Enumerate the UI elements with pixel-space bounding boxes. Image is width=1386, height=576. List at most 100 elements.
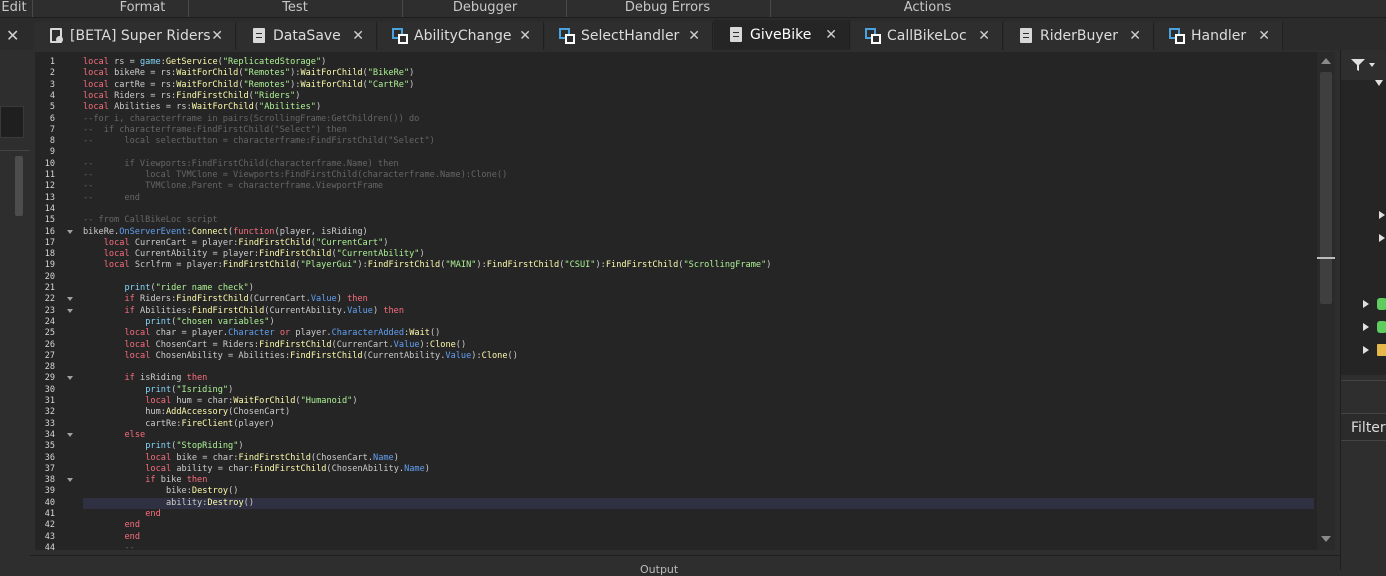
line-number: 38 [44,475,55,486]
line-number: 22 [44,294,55,305]
code-line[interactable]: local CurrentAbility = player:FindFirstC… [83,249,425,260]
fold-arrow-icon[interactable] [67,297,73,302]
scroll-up-arrow-icon[interactable] [1321,58,1331,64]
ribbon-group-format[interactable]: Format [95,0,190,17]
code-line[interactable]: local ChosenCart = Riders:FindFirstChild… [83,340,467,351]
code-line[interactable]: print("rider name check") [83,283,254,294]
collapsed-arrow-icon[interactable] [1363,323,1369,331]
tab-close-icon[interactable]: ✕ [211,28,223,44]
code-line[interactable]: bikeRe.OnServerEvent:Connect(function(pl… [83,227,368,238]
code-line[interactable]: -- from CallBikeLoc script [83,215,218,226]
tab-close-icon[interactable]: ✕ [1129,28,1141,44]
code-line[interactable]: -- TVMClone.Parent = characterframe.View… [83,181,383,192]
code-line[interactable]: local char = player.Character or player.… [83,328,441,339]
code-line[interactable]: -- end [83,193,140,204]
line-number: 19 [44,260,55,271]
code-line[interactable]: hum:AddAccessory(ChosenCart) [83,407,290,418]
left-panel-field[interactable] [0,106,24,138]
left-side-panel [0,50,30,570]
tab-callbikeloc[interactable]: CallBikeLoc ✕ [851,22,1003,50]
tab-close-icon[interactable]: ✕ [825,27,837,43]
code-line[interactable]: ability:Destroy() [83,498,254,509]
code-line[interactable]: print("Isriding") [83,385,233,396]
code-line[interactable]: if Abilities:FindFirstChild(CurrentAbili… [83,306,405,317]
code-line[interactable]: local ChosenAbility = Abilities:FindFirs… [83,351,518,362]
left-panel-divider [0,150,30,151]
code-line[interactable]: -- if characterframe:FindFirstChild("Sel… [83,125,347,136]
code-line[interactable]: --for i, characterframe in pairs(Scrolli… [83,114,419,125]
fold-arrow-icon[interactable] [67,478,73,483]
code-line[interactable]: -- local selectbutton = characterframe:F… [83,136,435,147]
module-script-icon [865,28,881,44]
script-editor[interactable]: 1 2 3 4 5 6 7 8 9 10 11 12 13 14 15 16 17 18 19 20 21 22 23 24 2… [35,52,1335,553]
fold-arrow-icon[interactable] [67,376,73,381]
code-line[interactable]: local bikeRe = rs:WaitForChild("Remotes"… [83,68,414,79]
chevron-down-icon[interactable] [1369,63,1375,67]
tab-close-icon[interactable]: ✕ [978,28,990,44]
collapsed-arrow-icon[interactable] [1379,211,1385,219]
line-number: 24 [44,316,55,327]
code-line[interactable]: bike:Destroy() [83,486,238,497]
collapsed-arrow-icon[interactable] [1363,346,1369,354]
tab-handler[interactable]: Handler ✕ [1155,22,1283,50]
close-panel-icon[interactable]: ✕ [6,26,19,45]
filter-funnel-icon[interactable] [1351,59,1365,71]
code-line[interactable]: end [83,520,141,531]
tab-close-icon[interactable]: ✕ [688,28,700,44]
code-line[interactable]: local Scrlfrm = player:FindFirstChild("P… [83,260,772,271]
scroll-down-arrow-icon[interactable] [1321,536,1331,542]
collapsed-arrow-icon[interactable] [1363,300,1369,308]
line-number-gutter: 1 2 3 4 5 6 7 8 9 10 11 12 13 14 15 16 17 18 19 20 21 22 23 24 2… [35,52,82,553]
fold-arrow-icon[interactable] [67,308,73,313]
code-line[interactable]: -- if Viewports:FindFirstChild(character… [83,159,399,170]
code-area[interactable]: local rs = game:GetService("ReplicatedSt… [83,52,1313,550]
collapsed-arrow-icon[interactable] [1379,234,1385,242]
line-number: 29 [44,373,55,384]
tab-selecthandler[interactable]: SelectHandler ✕ [545,22,713,50]
tab-abilitychange[interactable]: AbilityChange ✕ [378,22,544,50]
code-line[interactable]: if Riders:FindFirstChild(CurrenCart.Valu… [83,294,368,305]
code-line[interactable]: local Riders = rs:FindFirstChild("Riders… [83,91,300,102]
tab-givebike[interactable]: GiveBike ✕ [714,20,850,50]
code-line[interactable]: cartRe:FireClient(player) [83,419,274,430]
code-line[interactable]: local bike = char:FindFirstChild(ChosenC… [83,453,399,464]
ribbon-group-actions[interactable]: Actions [880,0,975,17]
expand-arrow-icon[interactable] [1375,80,1383,86]
tab-beta-super-riders[interactable]: [BETA] Super Riders ✕ [34,22,236,50]
code-line[interactable]: end [83,532,141,543]
tab-datasave[interactable]: DataSave ✕ [237,22,377,50]
code-line[interactable]: local hum = char:WaitForChild("Humanoid"… [83,396,357,407]
code-line[interactable]: print("chosen variables") [83,317,274,328]
tab-label: Handler [1191,28,1247,44]
code-line[interactable]: local ability = char:FindFirstChild(Chos… [83,464,430,475]
tab-close-icon[interactable]: ✕ [1258,28,1270,44]
ribbon-group-test[interactable]: Test [250,0,340,17]
code-line[interactable]: local CurrenCart = player:FindFirstChild… [83,238,389,249]
tab-close-icon[interactable]: ✕ [519,28,531,44]
line-number: 15 [44,215,55,226]
ribbon-group-debugger[interactable]: Debugger [430,0,540,17]
ribbon-group-edit[interactable]: Edit [0,0,28,17]
code-line[interactable]: -- [83,543,134,550]
fold-arrow-icon[interactable] [67,229,73,234]
code-line[interactable]: local rs = game:GetService("ReplicatedSt… [83,57,326,68]
fold-arrow-icon[interactable] [67,432,73,437]
code-line[interactable]: else [83,430,146,441]
code-line[interactable]: if bike then [83,475,207,486]
tab-riderbuyer[interactable]: RiderBuyer ✕ [1004,22,1154,50]
line-number: 30 [44,384,55,395]
code-line[interactable]: local cartRe = rs:WaitForChild("Remotes"… [83,80,414,91]
line-number: 12 [44,181,55,192]
filter-field[interactable]: Filter [1341,413,1386,441]
editor-vertical-scrollbar[interactable] [1317,52,1335,550]
ribbon-group-debug-errors[interactable]: Debug Errors [600,0,735,17]
tab-close-icon[interactable]: ✕ [352,28,364,44]
code-line[interactable]: local Abilities = rs:WaitForChild("Abili… [83,102,321,113]
tab-label: CallBikeLoc [887,28,967,44]
left-panel-scrollbar[interactable] [15,156,23,216]
code-line[interactable]: -- local TVMClone = Viewports:FindFirstC… [83,170,507,181]
code-line[interactable]: print("StopRiding") [83,441,243,452]
code-line[interactable]: if isRiding then [83,373,208,384]
scrollbar-thumb[interactable] [1320,72,1332,304]
code-line[interactable]: end [83,509,161,520]
